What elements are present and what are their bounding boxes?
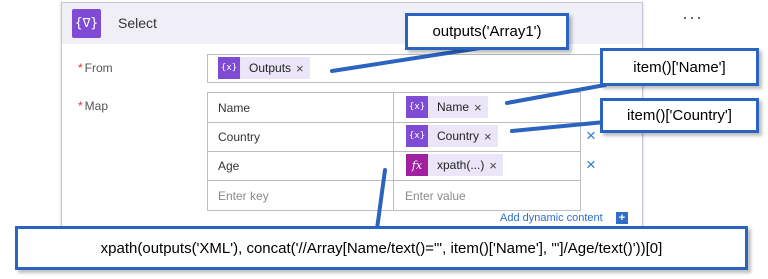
- connector-xpath: [375, 168, 387, 231]
- callout-array1: outputs('Array1'): [405, 13, 569, 50]
- callout-item-name: item()['Name']: [600, 48, 759, 86]
- connector-from: [330, 46, 482, 73]
- callout-xpath-expression: xpath(outputs('XML'), concat('//Array[Na…: [15, 226, 748, 270]
- connector-country: [510, 120, 607, 133]
- callout-item-country: item()['Country']: [600, 98, 759, 133]
- connector-name: [505, 83, 607, 105]
